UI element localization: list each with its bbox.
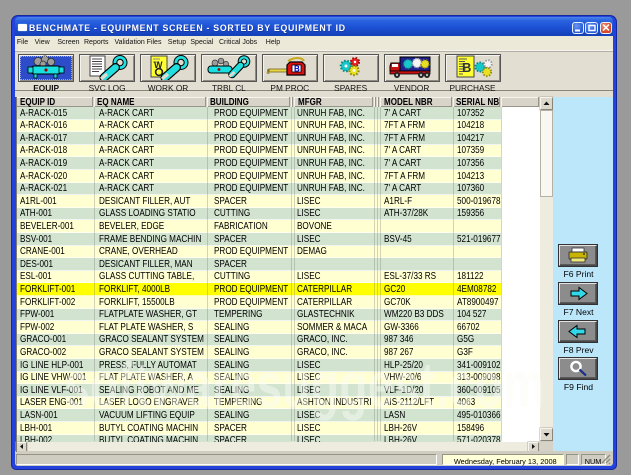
svg-text:B: B [294,65,300,74]
svg-text:B: B [462,60,471,75]
